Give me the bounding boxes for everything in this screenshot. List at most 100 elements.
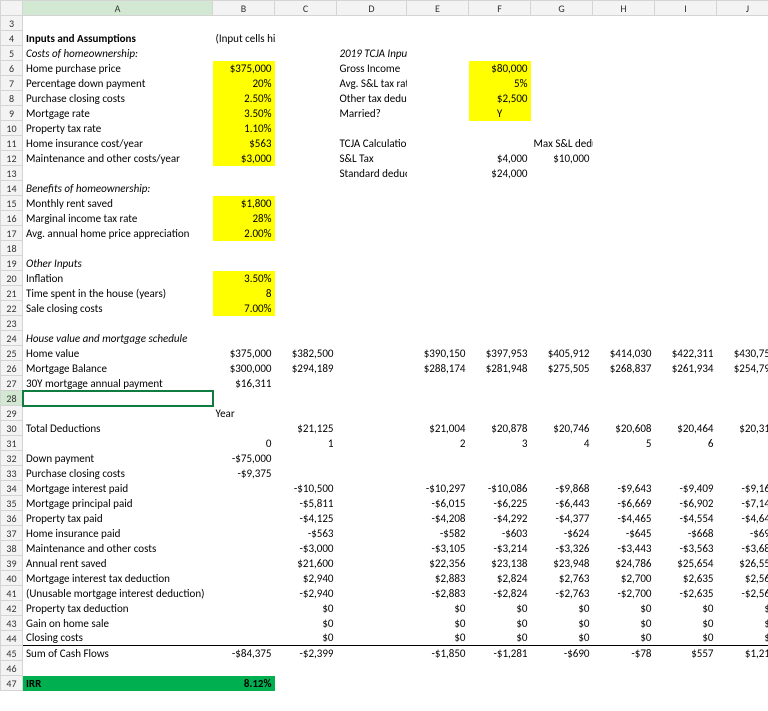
cell-E22[interactable]: [407, 301, 469, 316]
cell-J16[interactable]: [717, 211, 768, 226]
cell-J20[interactable]: [717, 271, 768, 286]
cell-J8[interactable]: [717, 91, 768, 106]
cell-I4[interactable]: [655, 31, 717, 46]
cell-A28[interactable]: [23, 391, 213, 406]
cell-C34[interactable]: -$10,500: [275, 481, 337, 496]
cell-J29[interactable]: [717, 406, 768, 421]
col-header-E[interactable]: E: [407, 1, 469, 16]
cell-J15[interactable]: [717, 196, 768, 211]
cell-F36[interactable]: -$4,292: [469, 511, 531, 526]
cell-E6[interactable]: [407, 61, 469, 76]
cell-G21[interactable]: [531, 286, 593, 301]
cell-H39[interactable]: $24,786: [593, 556, 655, 571]
cell-E16[interactable]: [407, 211, 469, 226]
cell-D37[interactable]: [337, 526, 407, 541]
col-header-I[interactable]: I: [655, 1, 717, 16]
cell-H14[interactable]: [593, 181, 655, 196]
cell-B27[interactable]: $16,311: [213, 376, 275, 391]
cell-J37[interactable]: -$691: [717, 526, 768, 541]
row-header-28[interactable]: 28: [1, 391, 23, 406]
cell-H31[interactable]: 5: [593, 436, 655, 451]
cell-D44[interactable]: [337, 631, 407, 646]
cell-I21[interactable]: [655, 286, 717, 301]
cell-C45[interactable]: -$2,399: [275, 646, 337, 661]
cell-G33[interactable]: [531, 466, 593, 481]
cell-F40[interactable]: $2,824: [469, 571, 531, 586]
cell-E37[interactable]: -$582: [407, 526, 469, 541]
cell-E13[interactable]: [407, 166, 469, 181]
cell-G36[interactable]: -$4,377: [531, 511, 593, 526]
cell-J26[interactable]: $254,791: [717, 361, 768, 376]
cell-D20[interactable]: [337, 271, 407, 286]
row-header-42[interactable]: 42: [1, 601, 23, 616]
cell-E10[interactable]: [407, 121, 469, 136]
cell-C6[interactable]: [275, 61, 337, 76]
cell-B43[interactable]: [213, 616, 275, 631]
cell-H5[interactable]: [593, 46, 655, 61]
cell-C29[interactable]: [275, 406, 337, 421]
cell-C18[interactable]: [275, 241, 337, 256]
cell-I35[interactable]: -$6,902: [655, 496, 717, 511]
cell-J43[interactable]: $0: [717, 616, 768, 631]
cell-D13[interactable]: Standard deduction: [337, 166, 407, 181]
cell-F14[interactable]: [469, 181, 531, 196]
cell-I10[interactable]: [655, 121, 717, 136]
cell-G37[interactable]: -$624: [531, 526, 593, 541]
cell-I11[interactable]: [655, 136, 717, 151]
cell-J42[interactable]: $0: [717, 601, 768, 616]
cell-I33[interactable]: [655, 466, 717, 481]
cell-B42[interactable]: [213, 601, 275, 616]
cell-J13[interactable]: [717, 166, 768, 181]
cell-E43[interactable]: $0: [407, 616, 469, 631]
cell-A37[interactable]: Home insurance paid: [23, 526, 213, 541]
cell-B11[interactable]: $563: [213, 136, 275, 151]
cell-D45[interactable]: [337, 646, 407, 661]
cell-I41[interactable]: -$2,635: [655, 586, 717, 601]
cell-G22[interactable]: [531, 301, 593, 316]
cell-J30[interactable]: $20,313: [717, 421, 768, 436]
cell-A26[interactable]: Mortgage Balance: [23, 361, 213, 376]
cell-D42[interactable]: [337, 601, 407, 616]
cell-H20[interactable]: [593, 271, 655, 286]
cell-F37[interactable]: -$603: [469, 526, 531, 541]
cell-A32[interactable]: Down payment: [23, 451, 213, 466]
cell-J24[interactable]: [717, 331, 768, 346]
cell-E47[interactable]: [407, 676, 469, 691]
cell-F26[interactable]: $281,948: [469, 361, 531, 376]
cell-H43[interactable]: $0: [593, 616, 655, 631]
cell-C7[interactable]: [275, 76, 337, 91]
cell-D40[interactable]: [337, 571, 407, 586]
cell-G18[interactable]: [531, 241, 593, 256]
cell-J14[interactable]: [717, 181, 768, 196]
cell-I34[interactable]: -$9,409: [655, 481, 717, 496]
cell-A40[interactable]: Mortgage interest tax deduction: [23, 571, 213, 586]
cell-I29[interactable]: [655, 406, 717, 421]
cell-G39[interactable]: $23,948: [531, 556, 593, 571]
cell-E38[interactable]: -$3,105: [407, 541, 469, 556]
cell-B39[interactable]: [213, 556, 275, 571]
cell-H42[interactable]: $0: [593, 601, 655, 616]
cell-F43[interactable]: $0: [469, 616, 531, 631]
cell-D21[interactable]: [337, 286, 407, 301]
cell-B16[interactable]: 28%: [213, 211, 275, 226]
cell-D26[interactable]: [337, 361, 407, 376]
cell-F11[interactable]: [469, 136, 531, 151]
cell-J38[interactable]: -$3,688: [717, 541, 768, 556]
cell-F41[interactable]: -$2,824: [469, 586, 531, 601]
cell-A46[interactable]: [23, 661, 213, 676]
cell-A39[interactable]: Annual rent saved: [23, 556, 213, 571]
cell-F7[interactable]: 5%: [469, 76, 531, 91]
cell-D15[interactable]: [337, 196, 407, 211]
row-header-45[interactable]: 45: [1, 646, 23, 661]
cell-I17[interactable]: [655, 226, 717, 241]
cell-H34[interactable]: -$9,643: [593, 481, 655, 496]
row-header-17[interactable]: 17: [1, 226, 23, 241]
cell-F6[interactable]: $80,000: [469, 61, 531, 76]
cell-B14[interactable]: [213, 181, 275, 196]
cell-B9[interactable]: 3.50%: [213, 106, 275, 121]
cell-E32[interactable]: [407, 451, 469, 466]
cell-E9[interactable]: [407, 106, 469, 121]
cell-G46[interactable]: [531, 661, 593, 676]
cell-D18[interactable]: [337, 241, 407, 256]
cell-B6[interactable]: $375,000: [213, 61, 275, 76]
